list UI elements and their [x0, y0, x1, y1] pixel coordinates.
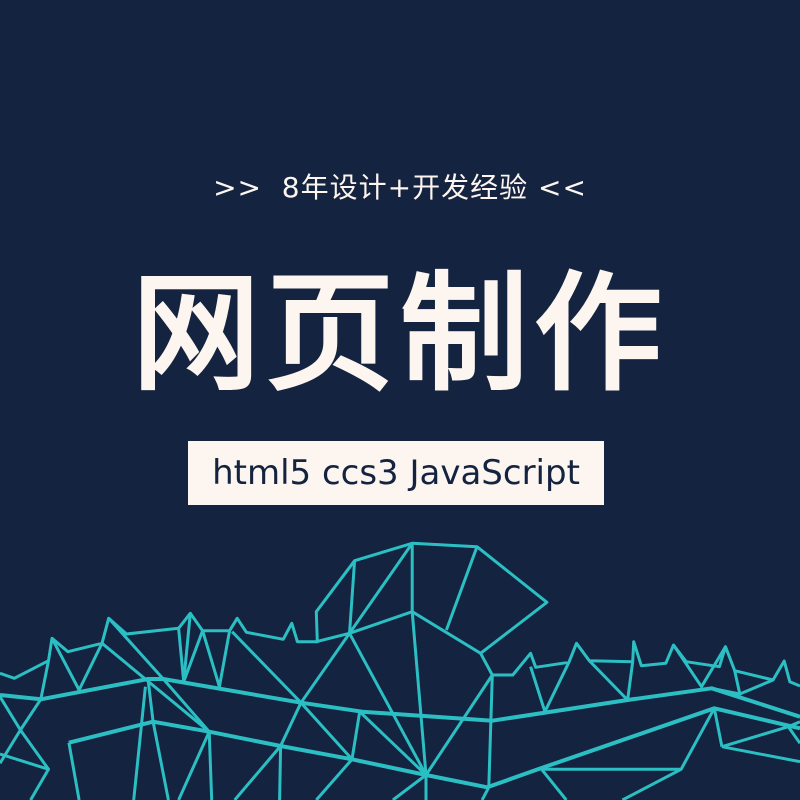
mesh-line [0, 695, 50, 800]
mesh-line [539, 767, 568, 800]
mesh-line [315, 758, 354, 800]
mesh-line [529, 661, 571, 714]
mesh-line [67, 742, 81, 800]
mesh-line [348, 542, 414, 635]
mesh-line [480, 674, 494, 800]
mesh-line [621, 707, 716, 800]
mesh-line [132, 686, 147, 800]
mesh-line [0, 677, 800, 723]
mesh-line [588, 659, 635, 702]
mesh-line [68, 706, 800, 790]
mesh-line [177, 628, 205, 684]
mesh-line [424, 674, 494, 776]
mesh-line [348, 560, 357, 634]
mesh-line [177, 731, 211, 800]
mesh-line [278, 745, 283, 800]
mesh-line [201, 630, 232, 689]
mesh-line [358, 710, 428, 777]
mesh-line [721, 745, 800, 764]
mesh-line [721, 720, 800, 749]
mesh-line [233, 632, 351, 800]
mesh-line [391, 773, 427, 800]
mesh-line [444, 546, 479, 631]
mesh-line [39, 660, 50, 700]
mesh-line [350, 711, 362, 760]
polygon-mesh-decoration [0, 541, 800, 800]
mesh-line [712, 708, 724, 747]
